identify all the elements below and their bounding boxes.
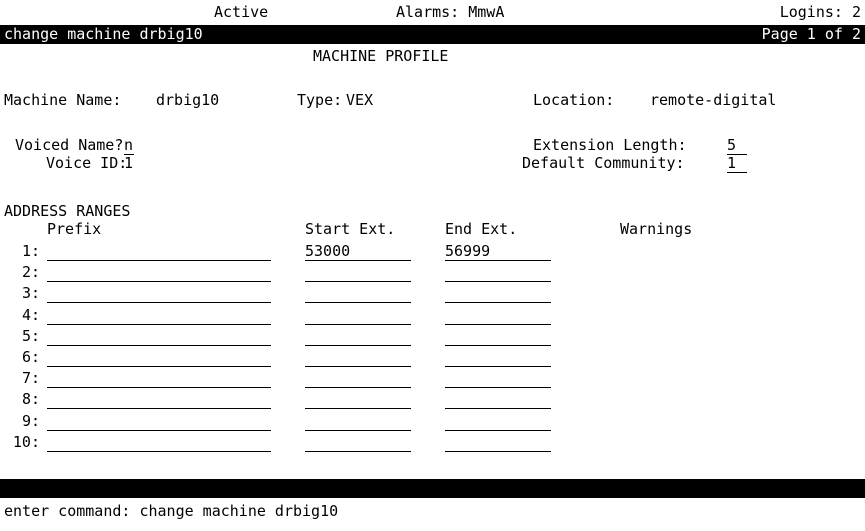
end-ext-field[interactable] — [445, 370, 551, 389]
start-ext-field[interactable]: 53000 — [305, 243, 411, 261]
end-ext-field[interactable] — [445, 328, 551, 346]
start-ext-field[interactable] — [305, 391, 411, 410]
machine-name-label: Machine Name: — [4, 91, 122, 109]
default-community-field[interactable]: 1 — [727, 155, 747, 173]
status-active: Active — [214, 3, 269, 21]
address-range-row: 3: — [0, 285, 865, 306]
voiced-name-field[interactable]: n — [124, 137, 134, 155]
row-number: 5: — [21, 326, 40, 345]
default-community-label: Default Community: — [522, 154, 685, 172]
end-ext-field[interactable]: 56999 — [445, 243, 551, 261]
extension-length-label: Extension Length: — [533, 136, 687, 154]
start-ext-field[interactable] — [305, 328, 411, 346]
start-ext-field[interactable] — [305, 413, 411, 431]
address-ranges-label: ADDRESS RANGES — [4, 202, 131, 220]
extension-length-field[interactable]: 5 — [727, 137, 747, 155]
prefix-field[interactable] — [47, 243, 271, 261]
end-ext-field[interactable] — [445, 264, 551, 283]
start-ext-field[interactable] — [305, 349, 411, 367]
header-warnings: Warnings — [620, 220, 693, 238]
address-range-row: 1: 53000 56999 — [0, 243, 865, 264]
address-range-row: 7: — [0, 370, 865, 391]
prefix-field[interactable] — [47, 307, 271, 325]
start-ext-field[interactable] — [305, 307, 411, 325]
row-number: 2: — [21, 263, 40, 282]
address-range-row: 2: — [0, 264, 865, 285]
start-ext-field[interactable] — [305, 264, 411, 283]
location-label: Location: — [533, 91, 615, 109]
address-range-row: 6: — [0, 349, 865, 370]
status-logins: Logins: 2 — [779, 3, 861, 21]
voiced-name-label: Voiced Name? — [15, 136, 124, 154]
address-range-row: 5: — [0, 326, 865, 349]
prefix-field[interactable] — [47, 285, 271, 304]
type-value: VEX — [346, 91, 374, 109]
prefix-field[interactable] — [47, 264, 271, 283]
prefix-field[interactable] — [47, 434, 271, 452]
page-indicator: Page 1 of 2 — [761, 25, 861, 43]
row-number: 8: — [21, 390, 40, 409]
header-prefix: Prefix — [47, 220, 102, 238]
prefix-field[interactable] — [47, 370, 271, 389]
end-ext-field[interactable] — [445, 434, 551, 452]
address-range-row: 9: — [0, 411, 865, 434]
header-end-ext: End Ext. — [445, 220, 518, 238]
row-number: 3: — [21, 284, 40, 303]
row-number: 4: — [21, 305, 40, 324]
command-line[interactable]: enter command: change machine drbig10 — [4, 503, 338, 520]
row-number: 10: — [12, 432, 40, 451]
type-label: Type: — [297, 91, 343, 109]
end-ext-field[interactable] — [445, 307, 551, 325]
start-ext-field[interactable] — [305, 285, 411, 304]
prefix-field[interactable] — [47, 391, 271, 410]
row-number: 9: — [21, 411, 40, 430]
message-bar — [0, 479, 865, 498]
start-ext-field[interactable] — [305, 370, 411, 389]
form-title: MACHINE PROFILE — [313, 47, 449, 65]
location-value: remote-digital — [650, 91, 777, 109]
end-ext-field[interactable] — [445, 349, 551, 367]
prefix-field[interactable] — [47, 328, 271, 346]
address-range-row: 4: — [0, 305, 865, 328]
start-ext-field[interactable] — [305, 434, 411, 452]
end-ext-field[interactable] — [445, 391, 551, 410]
prefix-field[interactable] — [47, 413, 271, 431]
prefix-field[interactable] — [47, 349, 271, 367]
row-number: 1: — [21, 242, 40, 260]
title-bar: change machine drbig10 Page 1 of 2 — [0, 25, 865, 44]
end-ext-field[interactable] — [445, 285, 551, 304]
status-alarms: Alarms: MmwA — [396, 3, 505, 21]
row-number: 6: — [21, 348, 40, 366]
address-range-row: 10: — [0, 432, 865, 455]
current-command: change machine drbig10 — [4, 25, 203, 43]
machine-name-value: drbig10 — [156, 91, 220, 109]
voice-id-value: 1 — [124, 154, 134, 172]
row-number: 7: — [21, 369, 40, 388]
address-range-row: 8: — [0, 391, 865, 412]
end-ext-field[interactable] — [445, 413, 551, 431]
header-start-ext: Start Ext. — [305, 220, 396, 238]
voice-id-label: Voice ID: — [46, 154, 128, 172]
